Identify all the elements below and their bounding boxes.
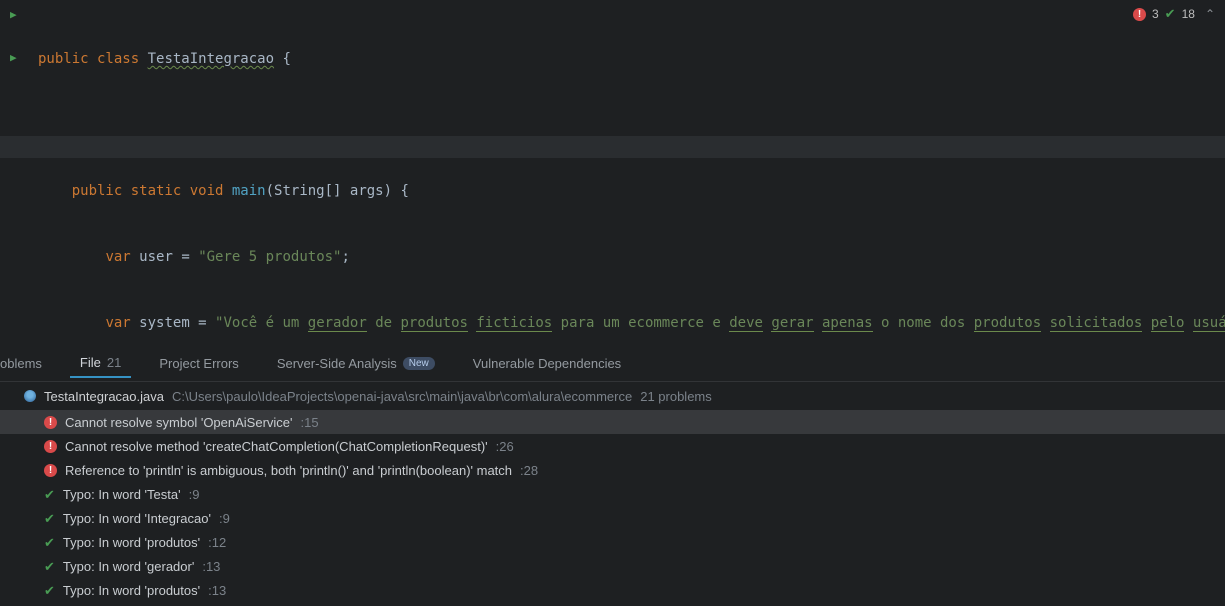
error-icon: ! [44, 416, 57, 429]
typo-icon: ✔ [44, 560, 55, 573]
problems-panel: oblems File 21 Project Errors Server-Sid… [0, 346, 1225, 606]
file-name: TestaIntegracao.java [44, 389, 164, 404]
problem-message: Typo: In word 'Integracao' [63, 511, 211, 526]
problem-line: :26 [496, 439, 514, 454]
problem-message: Reference to 'println' is ambiguous, bot… [65, 463, 512, 478]
problem-line: :9 [219, 511, 230, 526]
problem-message: Typo: In word 'produtos' [63, 583, 200, 598]
problem-line: :28 [520, 463, 538, 478]
typo-icon: ✔ [44, 536, 55, 549]
java-file-icon [24, 390, 36, 402]
error-icon: ! [44, 440, 57, 453]
code-content[interactable]: public class TestaIntegracao { public st… [38, 4, 1225, 346]
problem-message: Cannot resolve symbol 'OpenAiService' [65, 415, 293, 430]
problem-line: :15 [301, 415, 319, 430]
problem-row[interactable]: ✔ Typo: In word 'produtos' :13 [0, 578, 1225, 602]
problem-line: :9 [189, 487, 200, 502]
problem-line: :13 [202, 559, 220, 574]
code-editor[interactable]: ▶ ▶ ! 3 ✔ 18 ⌃ public class TestaIntegra… [0, 0, 1225, 346]
tab-server-side-analysis[interactable]: Server-Side Analysis New [267, 350, 445, 377]
file-problem-count: 21 problems [640, 389, 712, 404]
problem-line: :13 [208, 583, 226, 598]
tab-project-errors[interactable]: Project Errors [149, 350, 248, 377]
editor-gutter: ▶ ▶ [0, 0, 30, 346]
typo-icon: ✔ [44, 512, 55, 525]
problem-row[interactable]: ✔ Typo: In word 'Integracao' :9 [0, 506, 1225, 530]
problem-message: Cannot resolve method 'createChatComplet… [65, 439, 488, 454]
problems-list: ! Cannot resolve symbol 'OpenAiService' :1… [0, 410, 1225, 602]
file-path: C:\Users\paulo\IdeaProjects\openai-java\… [172, 389, 632, 404]
new-badge: New [403, 357, 435, 370]
problem-row[interactable]: ✔ Typo: In word 'Testa' :9 [0, 482, 1225, 506]
typo-icon: ✔ [44, 488, 55, 501]
problems-tabs: oblems File 21 Project Errors Server-Sid… [0, 346, 1225, 382]
problems-file-header[interactable]: TestaIntegracao.java C:\Users\paulo\Idea… [0, 382, 1225, 410]
run-main-icon[interactable]: ▶ [10, 51, 17, 64]
run-class-icon[interactable]: ▶ [10, 8, 17, 21]
tab-problems-trunc[interactable]: oblems [0, 350, 52, 377]
problem-row[interactable]: ! Cannot resolve method 'createChatComple… [0, 434, 1225, 458]
problem-message: Typo: In word 'produtos' [63, 535, 200, 550]
problem-row[interactable]: ! Cannot resolve symbol 'OpenAiService' :1… [0, 410, 1225, 434]
problem-row[interactable]: ! Reference to 'println' is ambiguous, bo… [0, 458, 1225, 482]
problem-line: :12 [208, 535, 226, 550]
problem-row[interactable]: ✔ Typo: In word 'gerador' :13 [0, 554, 1225, 578]
problem-message: Typo: In word 'gerador' [63, 559, 194, 574]
error-icon: ! [44, 464, 57, 477]
tab-file[interactable]: File 21 [70, 349, 131, 378]
tab-vulnerable-dependencies[interactable]: Vulnerable Dependencies [463, 350, 631, 377]
problem-message: Typo: In word 'Testa' [63, 487, 181, 502]
typo-icon: ✔ [44, 584, 55, 597]
problem-row[interactable]: ✔ Typo: In word 'produtos' :12 [0, 530, 1225, 554]
